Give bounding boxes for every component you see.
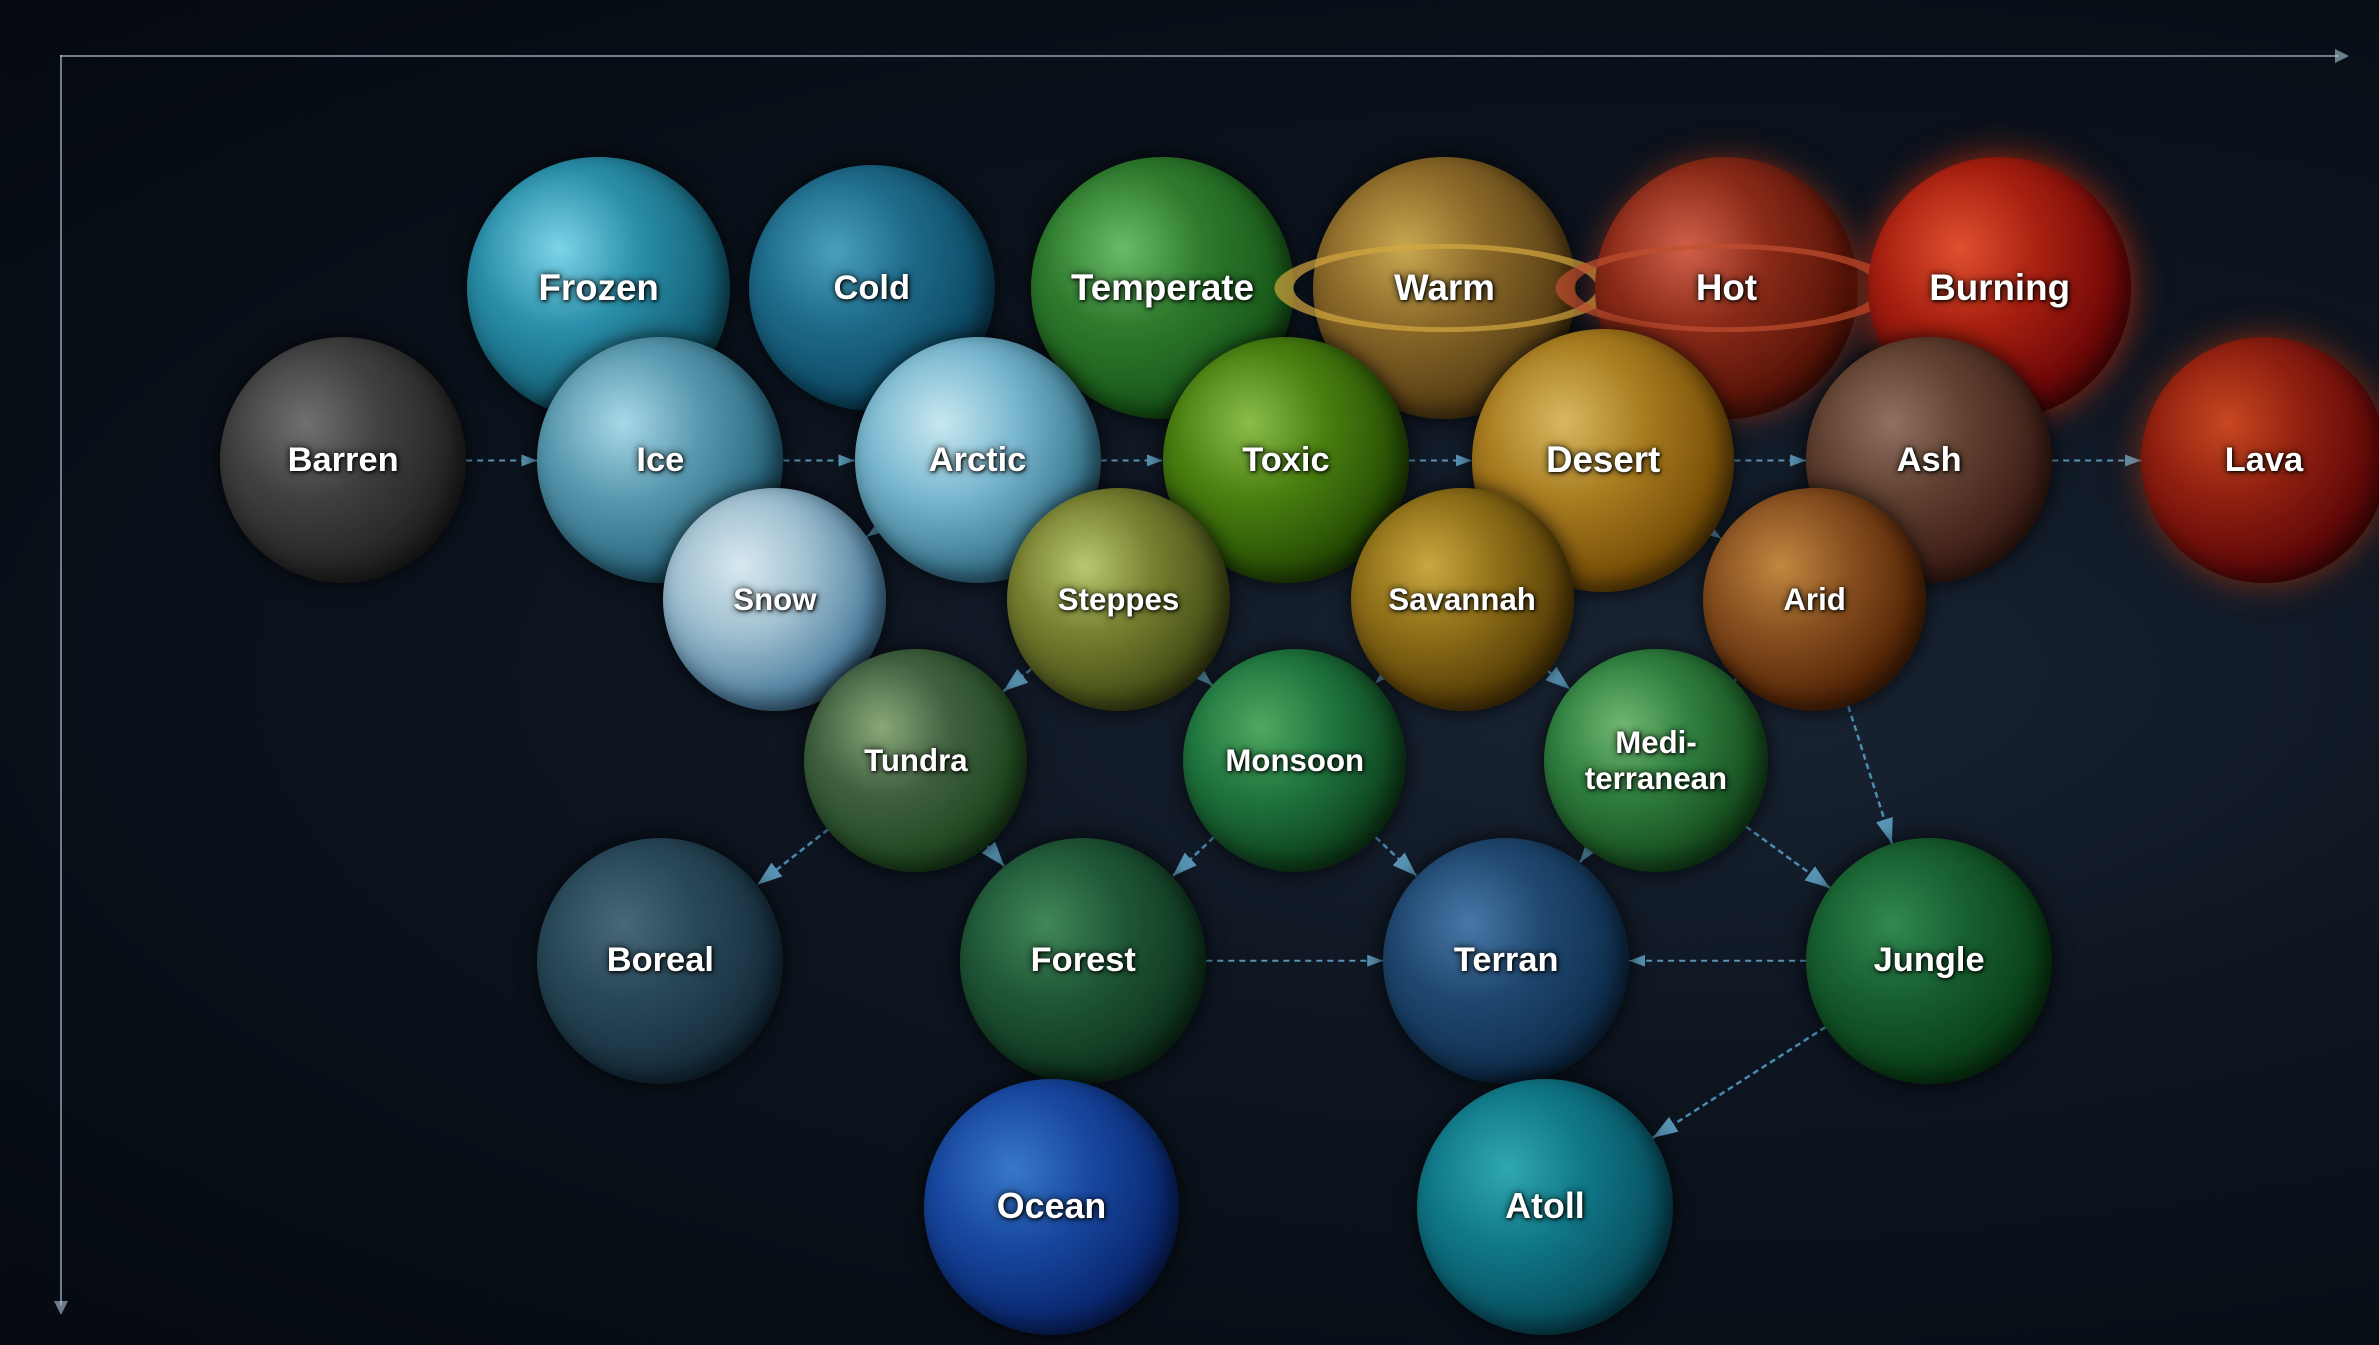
planet-label-barren: Barren	[288, 441, 399, 480]
planet-atoll[interactable]: Atoll	[1417, 1079, 1673, 1335]
planet-label-boreal: Boreal	[607, 941, 714, 980]
planet-terran[interactable]: Terran	[1383, 838, 1629, 1084]
planet-circle-lava: Lava	[2141, 337, 2379, 583]
planet-circle-terran: Terran	[1383, 838, 1629, 1084]
planet-label-tundra: Tundra	[864, 743, 967, 779]
planet-label-steppes: Steppes	[1058, 582, 1179, 618]
planet-lava[interactable]: Lava	[2141, 337, 2379, 583]
planet-label-cold: Cold	[834, 269, 911, 308]
planet-label-terran: Terran	[1454, 941, 1559, 980]
planet-circle-forest: Forest	[960, 838, 1206, 1084]
planet-monsoon[interactable]: Monsoon	[1183, 649, 1406, 872]
planet-label-atoll: Atoll	[1505, 1186, 1585, 1227]
planet-label-lava: Lava	[2225, 441, 2304, 480]
planet-ocean[interactable]: Ocean	[924, 1079, 1180, 1335]
planet-boreal[interactable]: Boreal	[537, 838, 783, 1084]
temperature-axis	[60, 55, 2339, 57]
planet-label-warm: Warm	[1394, 267, 1495, 309]
planet-label-arctic: Arctic	[929, 441, 1027, 480]
planet-circle-monsoon: Monsoon	[1183, 649, 1406, 872]
planet-forest[interactable]: Forest	[960, 838, 1206, 1084]
planet-ring-hot	[1556, 244, 1897, 332]
planet-label-frozen: Frozen	[538, 267, 658, 309]
planet-circle-ocean: Ocean	[924, 1079, 1180, 1335]
planet-label-ice: Ice	[636, 441, 684, 480]
planet-barren[interactable]: Barren	[220, 337, 466, 583]
planet-label-ash: Ash	[1897, 441, 1962, 480]
biodiversity-axis	[60, 55, 62, 1305]
planet-label-savannah: Savannah	[1388, 582, 1535, 618]
planet-label-burning: Burning	[1929, 267, 2070, 309]
planet-label-toxic: Toxic	[1242, 441, 1329, 480]
planet-label-snow: Snow	[733, 582, 816, 618]
planet-label-temperate: Temperate	[1071, 267, 1254, 309]
planet-label-jungle: Jungle	[1874, 941, 1985, 980]
planet-label-ocean: Ocean	[997, 1186, 1106, 1227]
planet-label-arid: Arid	[1783, 582, 1845, 618]
planet-label-forest: Forest	[1031, 941, 1136, 980]
planet-label-mediterranean: Medi-terranean	[1585, 725, 1727, 797]
planet-circle-jungle: Jungle	[1806, 838, 2052, 1084]
planet-circle-boreal: Boreal	[537, 838, 783, 1084]
planet-label-desert: Desert	[1546, 439, 1660, 481]
planet-ring-warm	[1274, 244, 1615, 332]
planet-label-hot: Hot	[1696, 267, 1757, 309]
planet-jungle[interactable]: Jungle	[1806, 838, 2052, 1084]
planet-circle-barren: Barren	[220, 337, 466, 583]
planet-circle-atoll: Atoll	[1417, 1079, 1673, 1335]
planet-label-monsoon: Monsoon	[1225, 743, 1364, 779]
